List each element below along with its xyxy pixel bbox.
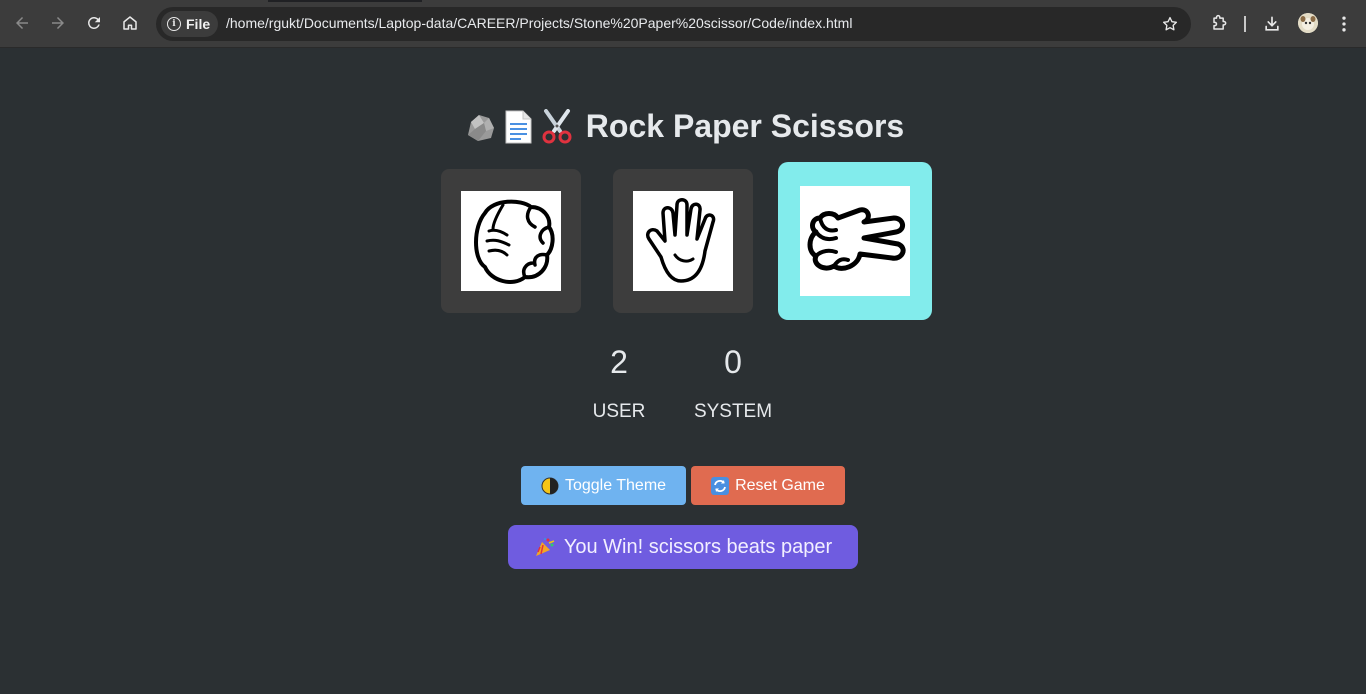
user-score: 2 USER bbox=[579, 344, 659, 423]
toggle-theme-button[interactable]: Toggle Theme bbox=[521, 466, 686, 505]
reset-game-button[interactable]: Reset Game bbox=[691, 466, 845, 505]
home-button[interactable] bbox=[115, 8, 145, 38]
toggle-theme-label: Toggle Theme bbox=[564, 476, 667, 494]
download-icon bbox=[1265, 16, 1279, 31]
toolbar-divider bbox=[1244, 16, 1246, 32]
page-emoji bbox=[505, 110, 532, 143]
profile-avatar-icon[interactable] bbox=[1298, 13, 1318, 33]
downloads-button[interactable] bbox=[1260, 12, 1284, 36]
result-text: You Win! scissors beats paper bbox=[563, 535, 833, 558]
open-hand-icon bbox=[645, 198, 716, 283]
page-title: Rock Paper Scissors bbox=[0, 108, 1366, 145]
reload-button[interactable] bbox=[79, 8, 109, 38]
reset-arrows-icon bbox=[711, 476, 730, 495]
game-page: Rock Paper Scissors 2 USER 0 SYSTEM Togg… bbox=[0, 48, 1366, 694]
fist-hand-icon bbox=[474, 199, 555, 284]
site-info-chip[interactable]: i File bbox=[161, 11, 218, 37]
scissors-image bbox=[800, 186, 910, 296]
system-score: 0 SYSTEM bbox=[683, 344, 783, 423]
forward-arrow-icon bbox=[52, 17, 64, 29]
rock-emoji bbox=[467, 114, 494, 141]
forward-button[interactable] bbox=[43, 8, 73, 38]
url-text[interactable]: /home/rgukt/Documents/Laptop-data/CAREER… bbox=[226, 15, 852, 31]
browser-toolbar: i File /home/rgukt/Documents/Laptop-data… bbox=[0, 0, 1366, 48]
half-moon-icon bbox=[541, 477, 559, 494]
scissors-emoji bbox=[542, 108, 572, 143]
home-icon bbox=[123, 16, 137, 30]
active-tab-edge bbox=[268, 0, 422, 2]
paper-image bbox=[633, 191, 733, 291]
back-arrow-icon bbox=[16, 17, 28, 29]
scissors-choice-button[interactable] bbox=[778, 162, 932, 320]
paper-choice-button[interactable] bbox=[613, 169, 753, 313]
rock-image bbox=[461, 191, 561, 291]
result-message: You Win! scissors beats paper bbox=[508, 525, 858, 569]
system-score-value: 0 bbox=[724, 344, 742, 380]
bookmark-star-icon[interactable] bbox=[1161, 15, 1179, 33]
title-emojis bbox=[462, 108, 576, 145]
info-icon: i bbox=[167, 17, 181, 31]
address-bar[interactable]: i File /home/rgukt/Documents/Laptop-data… bbox=[156, 7, 1191, 41]
party-popper-icon bbox=[535, 538, 555, 556]
extensions-button[interactable] bbox=[1207, 12, 1231, 36]
title-text: Rock Paper Scissors bbox=[585, 108, 905, 144]
reload-icon bbox=[87, 16, 100, 29]
peace-hand-icon bbox=[807, 207, 906, 271]
rock-choice-button[interactable] bbox=[441, 169, 581, 313]
reset-game-label: Reset Game bbox=[735, 476, 825, 494]
kebab-menu-icon bbox=[1342, 16, 1346, 32]
system-score-label: SYSTEM bbox=[693, 401, 773, 422]
user-score-label: USER bbox=[592, 401, 646, 422]
browser-menu-button[interactable] bbox=[1332, 12, 1356, 36]
site-chip-label: File bbox=[186, 16, 211, 32]
extensions-puzzle-icon bbox=[1213, 14, 1227, 30]
user-score-value: 2 bbox=[610, 344, 628, 380]
back-button[interactable] bbox=[7, 8, 37, 38]
